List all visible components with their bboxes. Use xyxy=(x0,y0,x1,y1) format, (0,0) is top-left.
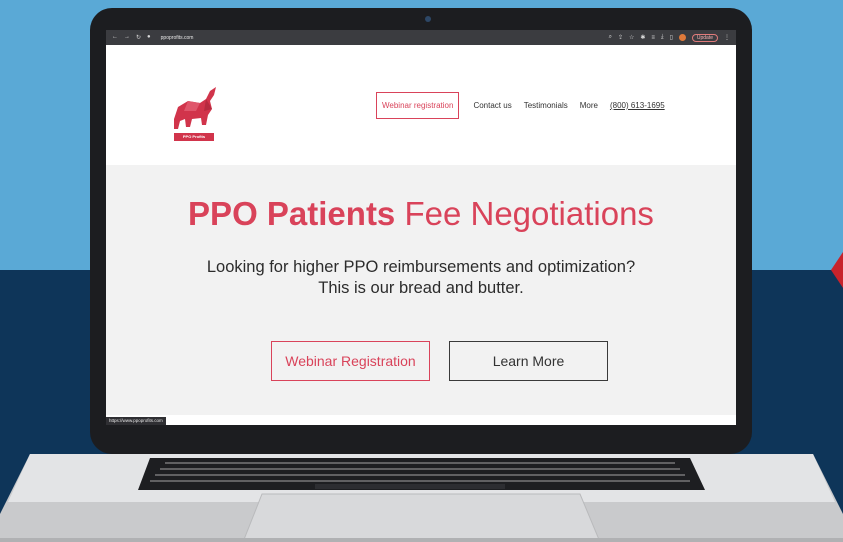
reading-list-icon[interactable]: ≡ xyxy=(651,35,655,41)
hero-subtitle: Looking for higher PPO reimbursements an… xyxy=(106,257,736,299)
hero-title-bold: PPO Patients xyxy=(188,195,396,232)
nav-more[interactable]: More xyxy=(580,101,598,110)
nav-contact-us[interactable]: Contact us xyxy=(473,101,511,110)
browser-nav-buttons: ← → ↻ ● xyxy=(112,34,151,41)
hero-section: PPO Patients Fee Negotiations Looking fo… xyxy=(106,165,736,415)
webcam xyxy=(425,16,431,22)
status-bar-url: https://www.ppoprofits.com xyxy=(106,417,166,425)
profile-avatar[interactable] xyxy=(678,34,686,41)
red-accent-shape xyxy=(831,252,843,288)
hero-subtitle-line2: This is our bread and butter. xyxy=(318,279,524,297)
update-button[interactable]: Update xyxy=(691,33,718,42)
forward-icon[interactable]: → xyxy=(124,34,130,41)
hero-title-rest: Fee Negotiations xyxy=(395,195,654,232)
hero-title: PPO Patients Fee Negotiations xyxy=(106,195,736,233)
browser-toolbar: ← → ↻ ● ppoprofits.com ⌕ ⇪ ☆ ✱ ≡ ⤓ ▯ Upd… xyxy=(106,30,736,45)
address-bar[interactable]: ppoprofits.com xyxy=(161,35,194,41)
hero-subtitle-line1: Looking for higher PPO reimbursements an… xyxy=(206,258,636,276)
logo-banner: PPO Profits xyxy=(174,133,214,141)
learn-more-button[interactable]: Learn More xyxy=(449,341,608,381)
share-icon[interactable]: ⇪ xyxy=(618,34,623,41)
main-nav: Webinar registration Contact us Testimon… xyxy=(376,92,677,119)
sidebar-icon[interactable]: ▯ xyxy=(670,34,673,41)
laptop-screen: ← → ↻ ● ppoprofits.com ⌕ ⇪ ☆ ✱ ≡ ⤓ ▯ Upd… xyxy=(106,30,736,425)
lock-icon: ● xyxy=(147,34,151,40)
site-header: PPO Profits Webinar registration Contact… xyxy=(106,45,736,165)
nav-webinar-registration[interactable]: Webinar registration xyxy=(376,92,460,119)
extensions-icon[interactable]: ✱ xyxy=(640,34,645,41)
menu-dots-icon[interactable]: ⋮ xyxy=(724,34,730,41)
laptop-keyboard-base xyxy=(0,454,843,542)
nav-phone-link[interactable]: (800) 613-1695 xyxy=(610,101,665,110)
reload-icon[interactable]: ↻ xyxy=(136,34,141,41)
nav-testimonials[interactable]: Testimonials xyxy=(524,101,568,110)
back-icon[interactable]: ← xyxy=(112,34,118,41)
download-icon[interactable]: ⤓ xyxy=(661,34,664,41)
browser-actions: ⌕ ⇪ ☆ ✱ ≡ ⤓ ▯ Update ⋮ xyxy=(609,33,730,42)
webinar-registration-button[interactable]: Webinar Registration xyxy=(271,341,430,381)
bookmark-star-icon[interactable]: ☆ xyxy=(629,34,634,41)
zoom-icon[interactable]: ⌕ xyxy=(609,34,612,41)
